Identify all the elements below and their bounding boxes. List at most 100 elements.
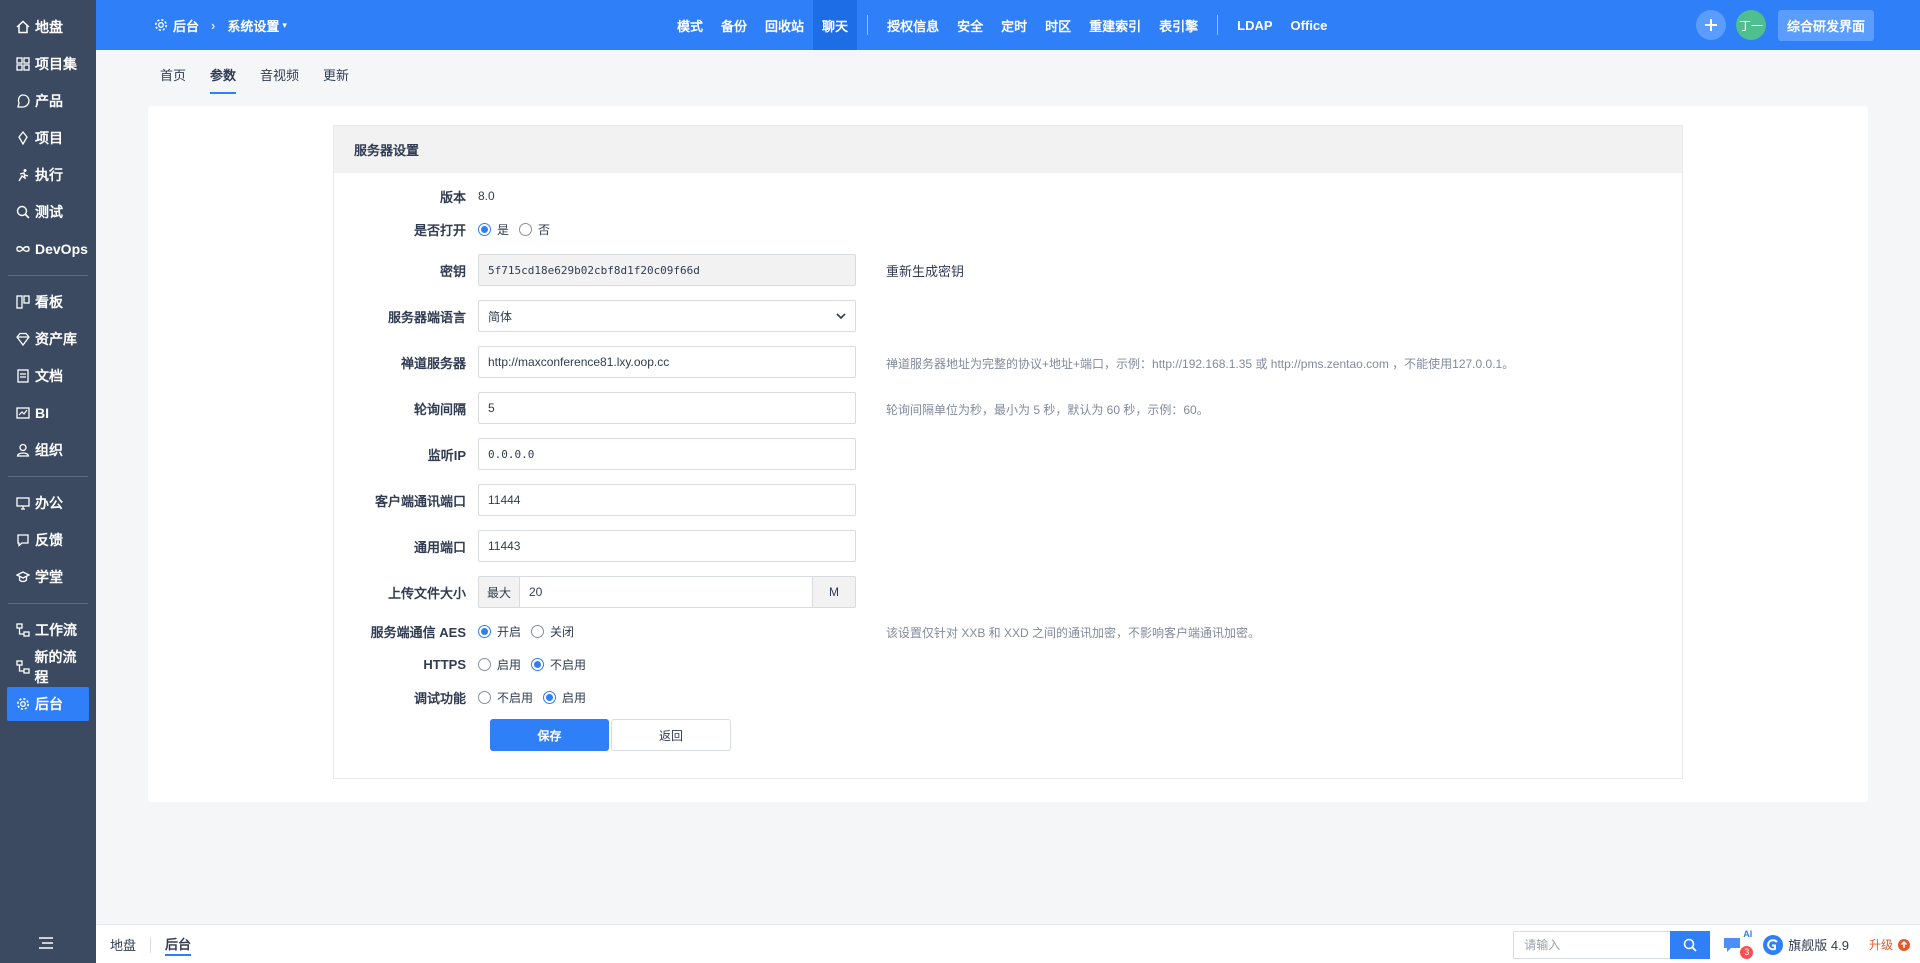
client-port-input[interactable]: 11444 [478,484,856,516]
sidebar-item-office[interactable]: 办公 [7,486,89,520]
footer-crumb-dashboard[interactable]: 地盘 [110,935,136,954]
key-label: 密钥 [439,263,466,279]
nav-ldap[interactable]: LDAP [1228,0,1281,50]
sidebar-item-feedback[interactable]: 反馈 [7,523,89,557]
open-no-radio[interactable]: 否 [519,221,550,238]
https-off-radio[interactable]: 不启用 [531,656,586,673]
sidebar-item-product[interactable]: 产品 [7,84,89,118]
tab-av[interactable]: 音视频 [260,50,299,98]
sidebar-item-kanban[interactable]: 看板 [7,285,89,319]
language-select[interactable]: 简体 [478,300,856,332]
nav-rebuild-index[interactable]: 重建索引 [1080,0,1150,50]
sidebar-item-bi[interactable]: BI [7,396,89,430]
sidebar-item-dashboard[interactable]: 地盘 [7,10,89,44]
radio-dot [531,624,545,638]
search-button[interactable] [1670,930,1711,959]
radio-label: 否 [538,222,551,237]
radio-dot [478,222,491,236]
tab-home[interactable]: 首页 [160,50,186,98]
https-on-radio[interactable]: 启用 [478,656,521,673]
create-button[interactable] [1695,10,1726,40]
debug-on-radio[interactable]: 启用 [543,689,586,706]
nav-license[interactable]: 授权信息 [878,0,948,50]
breadcrumb-admin[interactable]: 后台 [173,16,199,35]
sidebar-item-label: 组织 [35,442,63,458]
debug-off-radio[interactable]: 不启用 [478,689,533,706]
ai-label: AI [1743,928,1753,939]
edition-label: 旗舰版 4.9 [1788,938,1849,953]
nav-table-engine[interactable]: 表引擎 [1150,0,1207,50]
sidebar-item-label: BI [35,405,49,421]
common-port-label: 通用端口 [413,539,466,555]
sidebar-item-school[interactable]: 学堂 [7,560,89,594]
aes-on-radio[interactable]: 开启 [478,623,521,640]
aes-label: 服务端通信 AES [370,624,466,640]
nav-chat[interactable]: 聊天 [813,0,858,50]
aes-off-radio[interactable]: 关闭 [531,623,574,640]
plus-icon [1704,19,1717,31]
upload-size-input[interactable]: 20 [520,576,812,608]
regenerate-key-link[interactable]: 重新生成密钥 [886,261,964,280]
ai-chat-button[interactable]: AI 3 [1722,929,1754,959]
nav-office[interactable]: Office [1282,0,1337,50]
upload-unit-suffix: M [812,576,856,608]
project-icon [14,130,32,146]
sidebar-divider [8,603,88,604]
sidebar-item-admin[interactable]: 后台 [7,687,89,721]
tab-update[interactable]: 更新 [323,50,349,98]
upload-size-label: 上传文件大小 [387,585,466,601]
poll-interval-hint: 轮询间隔单位为秒，最小为 5 秒，默认为 60 秒，示例：60。 [886,403,1209,417]
radio-dot [543,690,557,704]
breadcrumb: 后台 › 系统设置 ▾ [154,0,287,50]
language-label: 服务器端语言 [387,309,466,325]
arrow-up-icon [1898,938,1910,951]
search-input[interactable]: 请输入 [1513,930,1671,959]
open-yes-radio[interactable]: 是 [478,221,509,238]
upgrade-link[interactable]: 升级 [1869,936,1910,953]
sidebar-item-workflow[interactable]: 工作流 [7,613,89,647]
nav-mode[interactable]: 模式 [668,0,712,50]
sidebar-item-test[interactable]: 测试 [7,195,89,229]
sidebar-item-program[interactable]: 项目集 [7,47,89,81]
menu-toggle-icon[interactable] [38,936,54,953]
sidebar-item-label: 产品 [35,93,63,109]
avatar[interactable]: 丁一 [1735,10,1766,40]
server-settings-panel: 服务器设置 版本 8.0 是否打开 是 否 密钥 5f715cd18e629b0… [333,125,1683,779]
nav-trash[interactable]: 回收站 [756,0,813,50]
sidebar-item-doc[interactable]: 文档 [7,359,89,393]
language-value: 简体 [488,309,513,324]
school-icon [14,569,32,585]
panel-title: 服务器设置 [334,126,1682,173]
sidebar-item-project[interactable]: 项目 [7,121,89,155]
edition-info[interactable]: 旗舰版 4.9 [1762,934,1849,956]
listen-ip-input[interactable]: 0.0.0.0 [478,438,856,470]
nav-divider [1217,15,1219,35]
breadcrumb-system-settings[interactable]: 系统设置 [227,16,279,35]
back-button[interactable]: 返回 [611,719,731,751]
common-port-input[interactable]: 11443 [478,530,856,562]
tab-params[interactable]: 参数 [210,50,237,98]
top-navbar: 后台 › 系统设置 ▾ 模式 备份 回收站 聊天 授权信息 安全 定时 时区 重… [96,0,1920,50]
switch-interface-button[interactable]: 综合研发界面 [1777,9,1874,41]
server-url-input[interactable]: http://maxconference81.lxy.oop.cc [478,346,856,378]
nav-backup[interactable]: 备份 [712,0,756,50]
poll-interval-input[interactable]: 5 [478,392,856,424]
gear-icon [154,18,168,32]
sidebar-item-execution[interactable]: 执行 [7,158,89,192]
grid-icon [14,56,32,72]
nav-cron[interactable]: 定时 [992,0,1036,50]
sidebar-item-devops[interactable]: DevOps [7,232,89,266]
sidebar-item-new-flow[interactable]: 新的流程 [7,649,89,685]
nav-security[interactable]: 安全 [948,0,992,50]
diamond-icon [14,331,32,347]
sidebar-item-label: 办公 [35,495,63,511]
sidebar-item-assets[interactable]: 资产库 [7,322,89,356]
nav-timezone[interactable]: 时区 [1036,0,1080,50]
radio-label: 启用 [562,690,587,705]
footer-crumb-admin[interactable]: 后台 [165,934,192,956]
upgrade-label: 升级 [1868,938,1893,952]
save-button[interactable]: 保存 [490,719,609,751]
office-icon [14,495,32,511]
sidebar-item-org[interactable]: 组织 [7,433,89,467]
sidebar-item-label: 新的流程 [34,649,77,685]
